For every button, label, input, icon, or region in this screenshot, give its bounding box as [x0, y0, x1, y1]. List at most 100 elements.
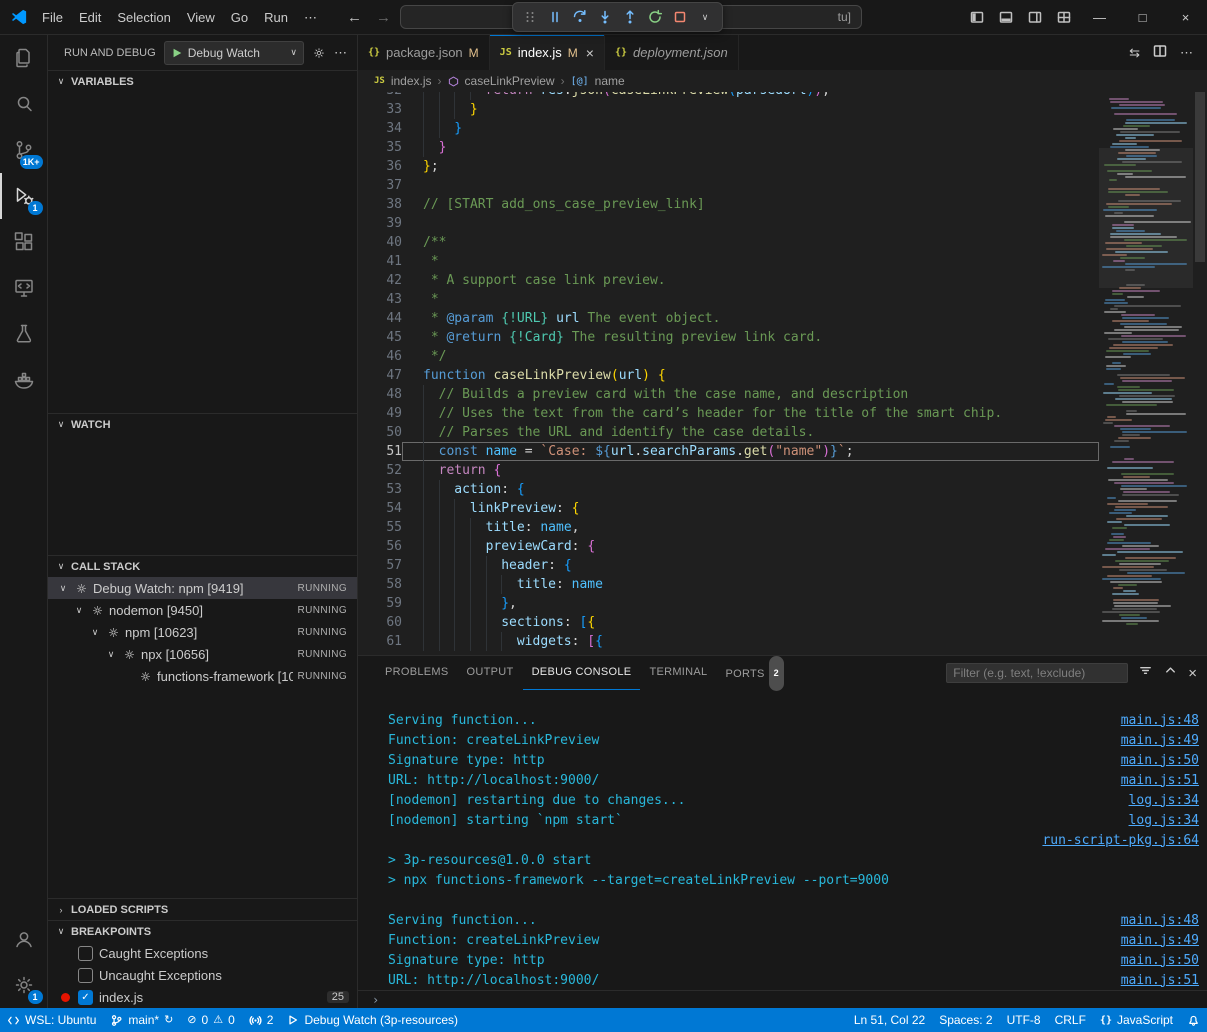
code-editor[interactable]: 32return res.json(caseLinkPreview(parsed…: [358, 92, 1207, 655]
step-over-icon[interactable]: [568, 5, 592, 29]
section-breakpoints[interactable]: ∨BREAKPOINTS: [48, 920, 357, 942]
activity-docker-icon[interactable]: [0, 357, 48, 403]
settings-gear-icon[interactable]: 1: [0, 962, 48, 1008]
code-line[interactable]: 35}: [358, 138, 1099, 157]
chevron-down-icon[interactable]: ∨: [72, 605, 86, 616]
code-line[interactable]: 56previewCard: {: [358, 537, 1099, 556]
breakpoint-checkbox[interactable]: ✓: [78, 990, 93, 1005]
code-line[interactable]: 50// Parses the URL and identify the cas…: [358, 423, 1099, 442]
tab-output[interactable]: OUTPUT: [458, 656, 523, 690]
code-line[interactable]: 46 */: [358, 347, 1099, 366]
code-line[interactable]: 41 *: [358, 252, 1099, 271]
call-stack-session-row[interactable]: ∨npx [10656]RUNNING: [48, 643, 357, 665]
code-line[interactable]: 43 *: [358, 290, 1099, 309]
section-loaded-scripts[interactable]: ›LOADED SCRIPTS: [48, 898, 357, 920]
toggle-panel-icon[interactable]: [991, 0, 1020, 35]
customize-layout-icon[interactable]: [1049, 0, 1078, 35]
drag-handle-icon[interactable]: [518, 5, 542, 29]
step-into-icon[interactable]: [593, 5, 617, 29]
tab-ports[interactable]: PORTS2: [716, 656, 793, 690]
code-line[interactable]: 57header: {: [358, 556, 1099, 575]
breakpoint-row[interactable]: Uncaught Exceptions: [48, 964, 357, 986]
debug-settings-gear-icon[interactable]: [312, 46, 326, 60]
breakpoint-row[interactable]: ✓index.js25: [48, 986, 357, 1008]
debug-status-item[interactable]: Debug Watch (3p-resources): [280, 1008, 465, 1032]
code-line[interactable]: 53action: {: [358, 480, 1099, 499]
tab-terminal[interactable]: TERMINAL: [640, 656, 716, 690]
tab-problems[interactable]: PROBLEMS: [376, 656, 458, 690]
restart-icon[interactable]: [643, 5, 667, 29]
code-line[interactable]: 59},: [358, 594, 1099, 613]
console-source-link[interactable]: main.js:48: [1121, 713, 1199, 728]
go-back-icon[interactable]: ←: [347, 9, 362, 26]
code-line[interactable]: 40/**: [358, 233, 1099, 252]
tab-package-json[interactable]: {} package.json M: [358, 35, 490, 70]
code-line[interactable]: 34}: [358, 119, 1099, 138]
maximize-panel-icon[interactable]: [1163, 663, 1178, 683]
encoding-item[interactable]: UTF-8: [1000, 1008, 1048, 1032]
maximize-button[interactable]: □: [1121, 0, 1164, 35]
breadcrumb-file[interactable]: index.js: [391, 74, 432, 88]
menu-more-icon[interactable]: ⋯: [296, 0, 325, 35]
code-line[interactable]: 32return res.json(caseLinkPreview(parsed…: [358, 92, 1099, 100]
chevron-down-icon[interactable]: ∨: [56, 583, 70, 594]
launch-config-picker[interactable]: Debug Watch ∨: [164, 41, 304, 65]
tab-deployment-json[interactable]: {} deployment.json: [605, 35, 739, 70]
editor-scrollbar[interactable]: [1193, 92, 1207, 655]
code-line[interactable]: 49// Uses the text from the card’s heade…: [358, 404, 1099, 423]
call-stack-session-row[interactable]: ∨npm [10623]RUNNING: [48, 621, 357, 643]
code-line[interactable]: 33}: [358, 100, 1099, 119]
activity-source-control-icon[interactable]: 1K+: [0, 127, 48, 173]
debug-session-picker-icon[interactable]: ∨: [693, 5, 717, 29]
problems-item[interactable]: ⊘ 0 ⚠ 0: [180, 1008, 241, 1032]
call-stack-session-row[interactable]: ∨Debug Watch: npm [9419]RUNNING: [48, 577, 357, 599]
cursor-position-item[interactable]: Ln 51, Col 22: [847, 1008, 932, 1032]
breakpoint-row[interactable]: Caught Exceptions: [48, 942, 357, 964]
code-line[interactable]: 47function caseLinkPreview(url) {: [358, 366, 1099, 385]
code-line[interactable]: 36};: [358, 157, 1099, 176]
call-stack-session-row[interactable]: functions-framework [106…RUNNING: [48, 665, 357, 687]
remote-indicator[interactable]: WSL: Ubuntu: [0, 1008, 103, 1032]
collapse-all-icon[interactable]: [1138, 663, 1153, 683]
console-source-link[interactable]: main.js:51: [1121, 773, 1199, 788]
split-editor-icon[interactable]: [1152, 43, 1168, 62]
open-changes-icon[interactable]: ⇆: [1129, 45, 1140, 61]
tab-index-js[interactable]: JS index.js M ×: [490, 35, 605, 70]
code-line[interactable]: 60sections: [{: [358, 613, 1099, 632]
console-source-link[interactable]: run-script-pkg.js:64: [1042, 833, 1199, 848]
section-watch[interactable]: ∨WATCH: [48, 413, 357, 435]
console-source-link[interactable]: main.js:51: [1121, 973, 1199, 988]
chevron-down-icon[interactable]: ∨: [88, 627, 102, 638]
debug-console-input[interactable]: ›: [358, 990, 1207, 1008]
console-source-link[interactable]: main.js:50: [1121, 753, 1199, 768]
breakpoint-checkbox[interactable]: [78, 968, 93, 983]
minimap[interactable]: [1099, 92, 1193, 655]
activity-testing-icon[interactable]: [0, 311, 48, 357]
editor-more-actions-icon[interactable]: ⋯: [1180, 45, 1193, 61]
minimize-button[interactable]: —: [1078, 0, 1121, 35]
code-line[interactable]: 38// [START add_ons_case_preview_link]: [358, 195, 1099, 214]
activity-run-debug-icon[interactable]: 1: [0, 173, 48, 219]
tab-debug-console[interactable]: DEBUG CONSOLE: [523, 656, 641, 690]
language-mode-item[interactable]: {}JavaScript: [1093, 1008, 1180, 1032]
go-forward-icon[interactable]: →: [376, 9, 391, 26]
eol-item[interactable]: CRLF: [1048, 1008, 1093, 1032]
notifications-item[interactable]: [1180, 1008, 1207, 1032]
menu-file[interactable]: File: [34, 0, 71, 35]
console-filter-input[interactable]: [946, 663, 1128, 683]
code-line[interactable]: 55title: name,: [358, 518, 1099, 537]
code-line[interactable]: 61widgets: [{: [358, 632, 1099, 651]
accounts-icon[interactable]: [0, 916, 48, 962]
section-variables[interactable]: ∨VARIABLES: [48, 70, 357, 92]
menu-view[interactable]: View: [179, 0, 223, 35]
console-source-link[interactable]: main.js:50: [1121, 953, 1199, 968]
forwarded-ports-item[interactable]: 2: [242, 1008, 281, 1032]
code-line[interactable]: 39: [358, 214, 1099, 233]
toggle-secondary-sidebar-icon[interactable]: [1020, 0, 1049, 35]
code-line[interactable]: 48// Builds a preview card with the case…: [358, 385, 1099, 404]
console-source-link[interactable]: log.js:34: [1129, 793, 1199, 808]
git-branch-item[interactable]: main* ↻: [103, 1008, 180, 1032]
pause-icon[interactable]: [543, 5, 567, 29]
chevron-down-icon[interactable]: ∨: [104, 649, 118, 660]
step-out-icon[interactable]: [618, 5, 642, 29]
